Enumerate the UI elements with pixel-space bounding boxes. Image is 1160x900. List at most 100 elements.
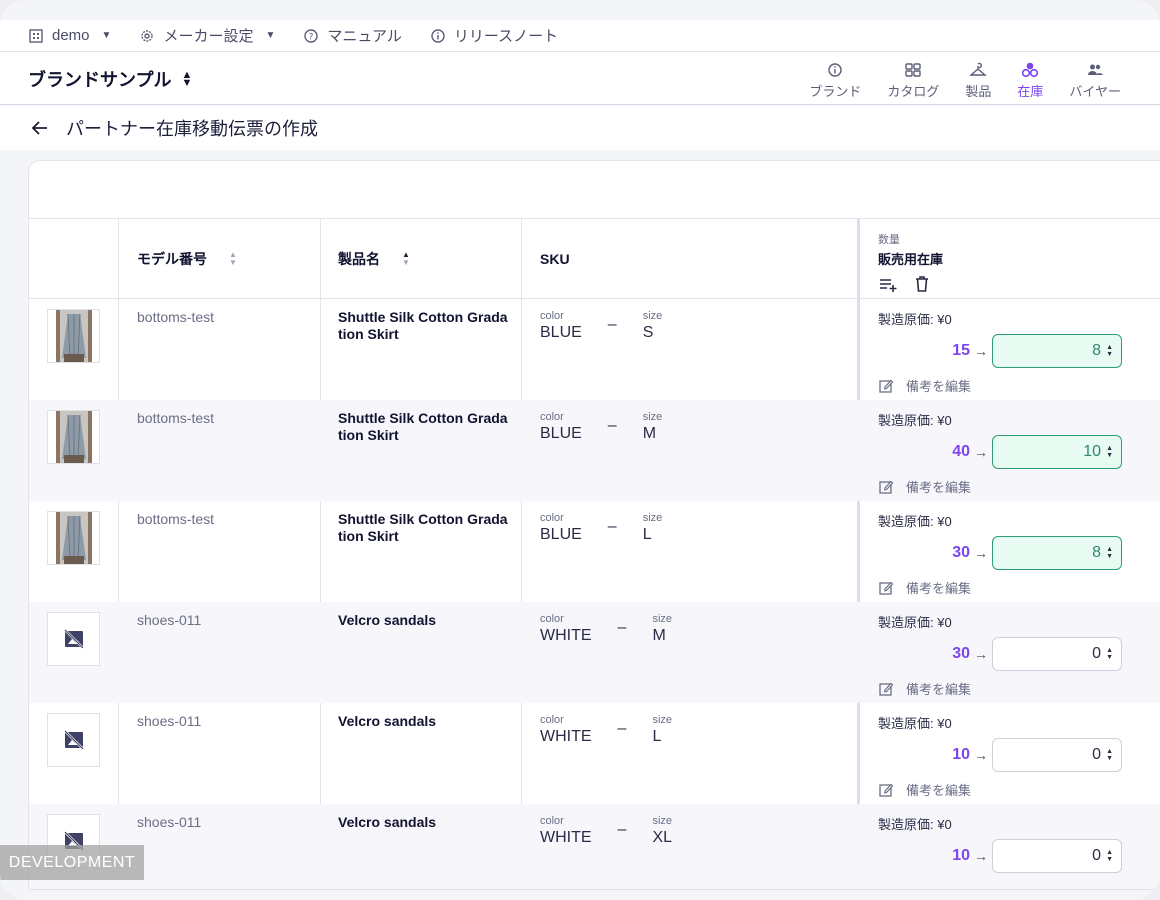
maker-settings-menu[interactable]: メーカー設定 ▼ bbox=[139, 25, 275, 46]
nav-item-inventory[interactable]: 在庫 bbox=[1004, 61, 1056, 100]
release-notes-label: リリースノート bbox=[453, 28, 559, 45]
product-image[interactable] bbox=[47, 309, 100, 363]
nav-item-catalog[interactable]: カタログ bbox=[874, 61, 952, 100]
arrow-right-icon: → bbox=[974, 444, 988, 460]
gear-icon bbox=[141, 29, 154, 42]
sku-separator: – bbox=[617, 619, 627, 636]
stepper-arrows-icon[interactable]: ▲ ▼ bbox=[1106, 546, 1113, 560]
trash-icon[interactable] bbox=[912, 274, 932, 294]
model-number: shoes-011 bbox=[137, 612, 202, 628]
stepper-arrows-icon[interactable]: ▲ ▼ bbox=[1106, 748, 1113, 762]
manual-link[interactable]: ? マニュアル bbox=[303, 25, 402, 46]
manual-label: マニュアル bbox=[327, 28, 402, 45]
sku-color-label: color bbox=[540, 714, 564, 726]
grid-icon bbox=[905, 63, 922, 77]
sku-color-value: WHITE bbox=[540, 627, 592, 644]
sku-attributes: color WHITE – size XL bbox=[540, 815, 672, 847]
nav-item-products[interactable]: 製品 bbox=[952, 61, 1004, 100]
manufacturing-cost: 製造原価: ¥0 bbox=[878, 615, 952, 630]
stepper-arrows-icon[interactable]: ▲ ▼ bbox=[1106, 647, 1113, 661]
product-thumbnail bbox=[55, 512, 92, 564]
playlist-add-icon[interactable] bbox=[878, 274, 898, 294]
quantity-input[interactable]: 10 ▲ ▼ bbox=[992, 435, 1122, 469]
sku-color-value: BLUE bbox=[540, 425, 582, 442]
column-header-product[interactable]: 製品名 ▲ ▼ bbox=[338, 219, 410, 298]
quantity-transfer: 15 → 8 ▲ ▼ bbox=[878, 334, 1138, 368]
current-stock: 30 bbox=[952, 645, 970, 662]
nav-label: 在庫 bbox=[1017, 84, 1044, 99]
environment-badge: DEVELOPMENT bbox=[0, 845, 144, 880]
stock-transfer-table: モデル番号 ▲ ▼ 製品名 ▲ ▼ SKU 数量 販売用在庫 bottoms-tes… bbox=[28, 160, 1160, 890]
quantity-input[interactable]: 8 ▲ ▼ bbox=[992, 536, 1122, 570]
manufacturing-cost: 製造原価: ¥0 bbox=[878, 817, 952, 832]
sku-size-value: L bbox=[652, 728, 662, 745]
edit-note-button[interactable]: 備考を編集 bbox=[878, 376, 1138, 395]
column-header-label: SKU bbox=[540, 250, 570, 267]
edit-note-icon bbox=[879, 682, 894, 696]
quantity-cell: 製造原価: ¥0 15 → 8 ▲ ▼ 備考を編集 bbox=[878, 309, 1138, 395]
edit-note-button[interactable]: 備考を編集 bbox=[878, 780, 1138, 799]
sku-color-value: WHITE bbox=[540, 728, 592, 745]
org-switcher[interactable]: demo ▼ bbox=[28, 27, 111, 44]
quantity-header-actions bbox=[878, 274, 943, 294]
svg-text:?: ? bbox=[309, 32, 314, 42]
quantity-input[interactable]: 0 ▲ ▼ bbox=[992, 839, 1122, 873]
quantity-header-small: 数量 bbox=[878, 234, 900, 246]
caret-down-icon: ▼ bbox=[101, 30, 112, 41]
stepper-arrows-icon[interactable]: ▲ ▼ bbox=[1106, 849, 1113, 863]
stepper-arrows-icon[interactable]: ▲ ▼ bbox=[1106, 344, 1113, 358]
product-image[interactable] bbox=[47, 713, 100, 767]
table-row: shoes-011 Velcro sandals color WHITE – size L 製… bbox=[29, 703, 1160, 804]
table-header: モデル番号 ▲ ▼ 製品名 ▲ ▼ SKU 数量 販売用在庫 bbox=[29, 219, 1160, 299]
quantity-input[interactable]: 0 ▲ ▼ bbox=[992, 738, 1122, 772]
table-row: bottoms-test Shuttle Silk Cotton Gradatio… bbox=[29, 299, 1160, 400]
sku-size-label: size bbox=[642, 411, 663, 423]
app-frame: demo ▼ メーカー設定 ▼ ? マニュアル リリースノート ブランドサンプル… bbox=[0, 0, 1160, 900]
table-row: bottoms-test Shuttle Silk Cotton Gradatio… bbox=[29, 501, 1160, 602]
product-image[interactable] bbox=[47, 612, 100, 666]
quantity-input[interactable]: 8 ▲ ▼ bbox=[992, 334, 1122, 368]
quantity-value: 8 bbox=[1092, 544, 1102, 561]
edit-note-button[interactable]: 備考を編集 bbox=[878, 477, 1138, 496]
quantity-input[interactable]: 0 ▲ ▼ bbox=[992, 637, 1122, 671]
back-arrow-icon[interactable] bbox=[30, 118, 50, 138]
sku-size-label: size bbox=[642, 512, 663, 524]
nav-item-brand[interactable]: ブランド bbox=[796, 61, 874, 100]
quantity-cell: 製造原価: ¥0 10 → 0 ▲ ▼ 備考を編集 bbox=[878, 713, 1138, 799]
sku-separator: – bbox=[607, 518, 617, 535]
edit-note-label: 備考を編集 bbox=[906, 783, 972, 798]
column-header-label: モデル番号 bbox=[137, 250, 207, 267]
quantity-cell: 製造原価: ¥0 40 → 10 ▲ ▼ 備考を編集 bbox=[878, 410, 1138, 496]
release-notes-link[interactable]: リリースノート bbox=[430, 25, 558, 46]
top-bar: demo ▼ メーカー設定 ▼ ? マニュアル リリースノート bbox=[0, 20, 1160, 52]
quantity-value: 10 bbox=[1083, 443, 1102, 460]
table-row: shoes-011 Velcro sandals color WHITE – size XL… bbox=[29, 804, 1160, 889]
arrow-right-icon: → bbox=[974, 848, 988, 864]
stepper-arrows-icon[interactable]: ▲ ▼ bbox=[1106, 445, 1113, 459]
sku-size-value: S bbox=[642, 324, 654, 341]
boxes-icon bbox=[1022, 62, 1039, 78]
column-header-model[interactable]: モデル番号 ▲ ▼ bbox=[137, 219, 237, 298]
brand-switcher[interactable]: ブランドサンプル ▲ ▼ bbox=[28, 66, 192, 92]
building-icon bbox=[29, 28, 43, 43]
quantity-value: 8 bbox=[1092, 342, 1102, 359]
edit-note-button[interactable]: 備考を編集 bbox=[878, 578, 1138, 597]
quantity-value: 0 bbox=[1092, 746, 1102, 763]
nav-label: ブランド bbox=[809, 84, 862, 99]
product-image[interactable] bbox=[47, 410, 100, 464]
quantity-transfer: 10 → 0 ▲ ▼ bbox=[878, 738, 1138, 772]
model-number: bottoms-test bbox=[137, 511, 215, 527]
sku-size-label: size bbox=[652, 815, 673, 827]
product-name: Shuttle Silk Cotton Gradation Skirt bbox=[338, 511, 508, 544]
select-arrows-icon: ▲ ▼ bbox=[181, 69, 193, 89]
sort-icon: ▲ ▼ bbox=[229, 249, 237, 267]
edit-note-label: 備考を編集 bbox=[906, 581, 972, 596]
sku-color-label: color bbox=[540, 613, 564, 625]
edit-note-button[interactable]: 備考を編集 bbox=[878, 679, 1138, 698]
nav-item-buyers[interactable]: バイヤー bbox=[1056, 61, 1134, 100]
sku-separator: – bbox=[617, 821, 627, 838]
sku-size-value: M bbox=[652, 627, 666, 644]
sku-attributes: color WHITE – size M bbox=[540, 613, 672, 645]
quantity-cell: 製造原価: ¥0 30 → 0 ▲ ▼ 備考を編集 bbox=[878, 612, 1138, 698]
product-image[interactable] bbox=[47, 511, 100, 565]
